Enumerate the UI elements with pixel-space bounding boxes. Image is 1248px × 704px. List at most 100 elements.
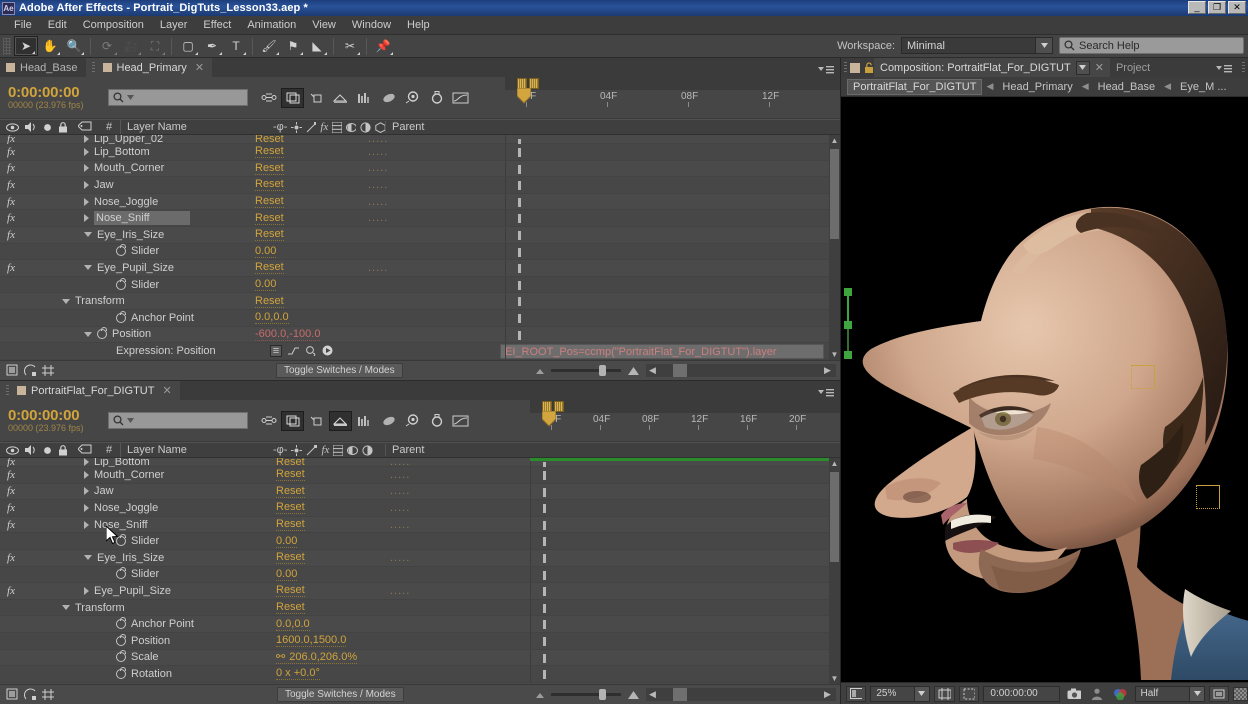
table-row[interactable]: Slider 0.00 [0,243,840,261]
viewer-zoom-select[interactable]: 25% [870,685,930,702]
lower-layer-rows[interactable]: fx Lip_Bottom Reset..... fx Mouth_Corner Rese… [0,458,840,684]
comp-flowchart-icon[interactable] [257,411,280,431]
disclosure-triangle-icon[interactable] [84,555,92,561]
table-row[interactable]: fx Jaw Reset..... [0,177,840,194]
property-value[interactable]: Reset [255,212,284,225]
layer-bar-marker[interactable] [543,620,546,630]
property-value[interactable]: Reset [255,162,284,175]
viewer-project-tab[interactable]: Project [1110,58,1156,77]
solo-icon[interactable] [43,123,52,132]
property-name[interactable]: Rotation [131,668,172,680]
zoom-out-icon[interactable] [535,367,545,375]
property-name[interactable]: Position [112,328,151,340]
selection-icon[interactable]: ➤ [14,36,38,56]
property-value[interactable]: 0.0,0.0 [276,618,310,631]
hide-shy-layers-icon[interactable] [305,88,328,108]
layer-bar-marker[interactable] [543,504,546,514]
zoom-slider-knob[interactable] [599,365,606,376]
table-row[interactable]: Transform Reset [0,599,840,617]
upper-timeline-search-input[interactable] [108,89,248,106]
upper-number-column[interactable]: # [98,121,120,133]
menu-item-file[interactable]: File [6,16,40,35]
effect-fx-icon[interactable]: fx [0,179,22,191]
property-value[interactable]: Reset [276,601,305,615]
expression-language-menu-icon[interactable] [321,345,333,357]
scroll-thumb[interactable] [673,688,687,701]
disclosure-triangle-icon[interactable] [84,520,89,529]
brainstorm-icon[interactable] [377,411,400,431]
property-value[interactable]: 1600.0,1500.0 [276,634,347,648]
audio-icon[interactable] [25,122,37,132]
region-of-interest-icon[interactable] [959,685,980,702]
zoom-slider-knob[interactable] [599,689,606,700]
timeline-track[interactable] [505,243,506,260]
table-row[interactable]: Expression: Position ≡ EI_ROOT_Pos=ccmp("P… [0,343,840,360]
menu-item-composition[interactable]: Composition [75,16,152,35]
motion-blur-toggle-icon[interactable] [345,122,357,133]
timeline-track[interactable] [530,500,531,516]
effects-fx-icon[interactable]: fx [320,121,328,133]
chevron-down-icon[interactable] [1189,686,1205,701]
effect-fx-icon[interactable]: fx [0,212,22,224]
chevron-down-icon[interactable] [1035,38,1052,53]
stopwatch-icon[interactable] [116,567,126,580]
menu-item-effect[interactable]: Effect [195,16,239,35]
timeline-track[interactable] [505,226,506,243]
toggle-mask-paths-icon[interactable] [1209,685,1229,702]
comp-flowchart-icon[interactable] [257,88,280,108]
upper-parent-column[interactable]: Parent [385,121,505,133]
property-name[interactable]: Nose_Sniff [94,211,190,226]
scroll-thumb[interactable] [830,472,839,562]
comp-renderer-icon[interactable] [6,364,19,377]
property-value[interactable]: Reset [276,468,305,482]
tab-grip-icon[interactable] [6,384,9,397]
tab-grip-icon[interactable] [91,61,95,74]
selection-handle-bottom[interactable] [844,351,852,359]
timeline-track[interactable] [505,177,506,193]
minimize-button[interactable]: _ [1188,1,1206,14]
lower-label-column-icon[interactable] [72,444,98,457]
timeline-track[interactable] [530,467,531,483]
upper-zoom-slider[interactable] [551,365,621,376]
effect-fx-icon[interactable]: fx [0,552,22,564]
scroll-thumb[interactable] [673,364,687,377]
timeline-track[interactable] [505,309,506,326]
brainstorm-icon[interactable] [377,88,400,108]
property-name[interactable]: Position [131,635,170,647]
viewer-composition-tab[interactable]: Composition: PortraitFlat_For_DIGTUT ✕ [874,58,1110,77]
expression-enable-icon[interactable]: ≡ [270,344,282,357]
show-channel-icon[interactable] [1110,686,1130,702]
timeline-track[interactable] [530,632,531,649]
draft-3d-icon[interactable] [281,87,304,108]
collapse-transforms-icon[interactable] [291,121,302,133]
disclosure-triangle-icon[interactable] [84,180,89,189]
scroll-left-icon[interactable]: ◀ [646,689,659,700]
upper-timecode-block[interactable]: 0:00:00:00 00000 (23.976 fps) [4,85,108,111]
effect-fx-icon[interactable]: fx [0,519,22,531]
lower-vertical-scrollbar[interactable]: ▲ ▼ [829,458,840,684]
zoom-in-icon[interactable] [627,366,640,376]
layer-bar-marker[interactable] [518,297,521,307]
table-row[interactable]: fx Lip_Upper_02 Reset..... [0,135,840,148]
pen-icon[interactable]: ✒ [200,36,224,56]
timeline-track[interactable] [530,516,531,533]
timeline-track[interactable] [505,210,506,226]
disclosure-triangle-icon[interactable] [84,164,89,173]
table-row[interactable]: fx Eye_Pupil_Size Reset..... [0,583,840,600]
lower-toggle-switches-modes-button[interactable]: Toggle Switches / Modes [277,687,404,702]
layer-bar-marker[interactable] [543,636,546,646]
upper-horizontal-scrollbar[interactable]: ◀ ▶ [646,364,836,377]
close-button[interactable]: ✕ [1228,1,1246,14]
layer-bar-marker[interactable] [518,313,521,323]
lower-time-ruler[interactable]: 00F04F08F12F16F20F [530,413,840,430]
shy-icon[interactable]: -φ- [273,444,287,456]
disclosure-triangle-icon[interactable] [84,135,89,143]
viewer-panel-grip-icon[interactable] [1242,62,1245,74]
toolbar-grip-icon[interactable] [3,37,11,55]
property-name[interactable]: Nose_Joggle [94,196,158,208]
table-row[interactable]: Slider 0.00 [0,533,840,550]
workspace-select[interactable]: Minimal [901,37,1053,54]
table-row[interactable]: fx Nose_Joggle Reset..... [0,193,840,211]
table-row[interactable]: fx Mouth_Corner Reset..... [0,467,840,484]
layer-bar-marker[interactable] [543,570,546,580]
